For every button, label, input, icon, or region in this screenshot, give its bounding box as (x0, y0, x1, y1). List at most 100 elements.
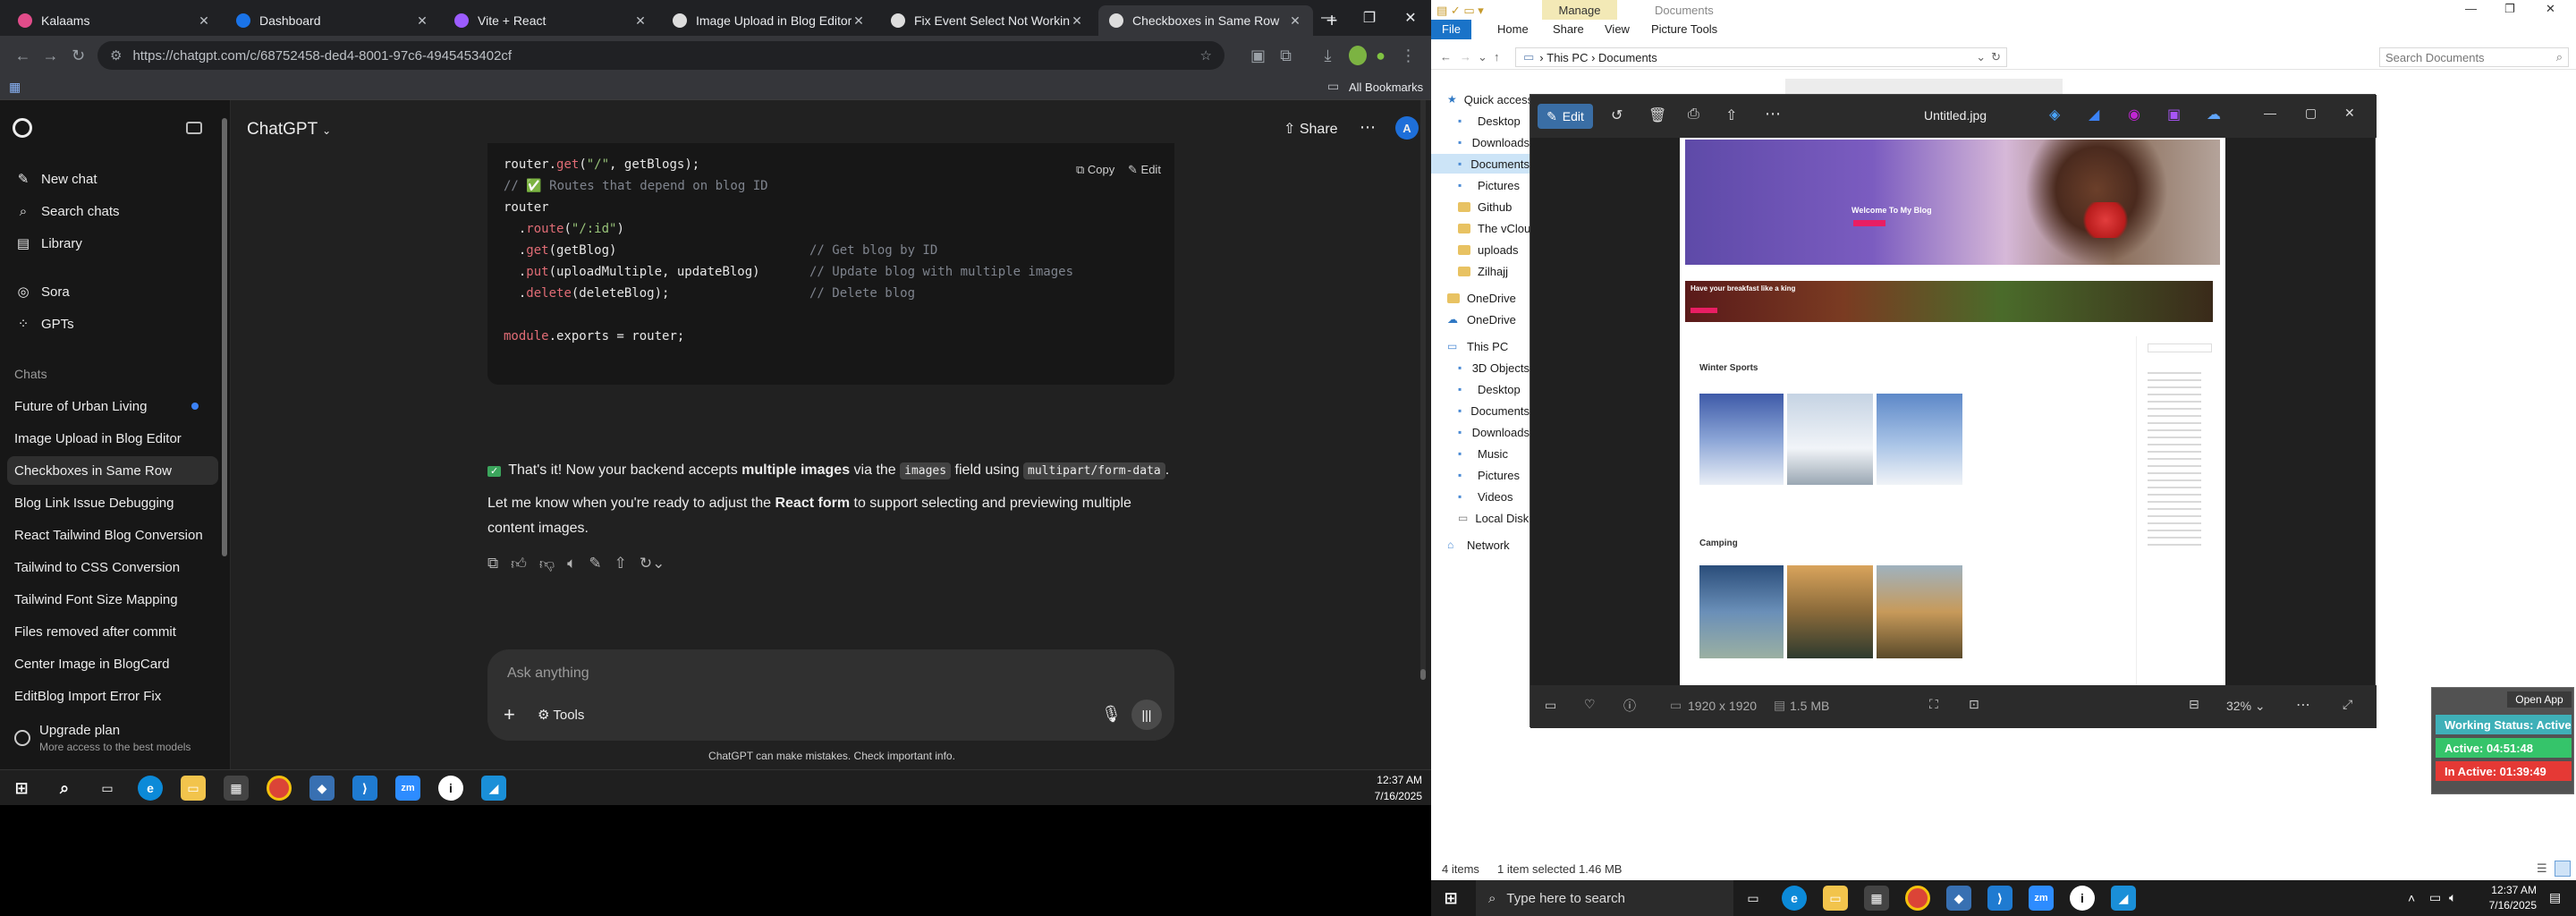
info-icon[interactable]: ⓘ (1623, 697, 1636, 715)
copilot-icon[interactable]: ◈ (2049, 106, 2060, 123)
open-app-button[interactable]: Open App (2507, 691, 2572, 708)
up-icon[interactable]: ↑ (1494, 50, 1500, 64)
large-icons-view-icon[interactable] (2555, 861, 2571, 877)
nav-item[interactable]: ▪ Downloads (1431, 132, 1530, 152)
ribbon-tab[interactable]: View (1594, 20, 1640, 39)
bookmark-star-icon[interactable]: ☆ (1200, 47, 1212, 64)
chat-scrollbar[interactable] (1420, 100, 1426, 673)
file-explorer-icon[interactable]: ▭ (1823, 886, 1848, 911)
windows-start-icon[interactable]: ⊞ (1438, 886, 1463, 911)
tab-close-icon[interactable]: ✕ (1288, 13, 1302, 29)
composer-input[interactable]: Ask anything (507, 666, 589, 682)
nav-item[interactable]: ▭ This PC (1431, 336, 1530, 356)
chat-history-item[interactable]: Tailwind to CSS Conversion (7, 553, 218, 581)
zoom-icon[interactable]: zm (395, 776, 420, 801)
new-chat-button[interactable]: ✎ New chat (7, 165, 218, 193)
nav-item[interactable]: ▪ Downloads (1431, 422, 1530, 442)
search-icon[interactable]: ⌕ (52, 776, 77, 801)
forward-icon[interactable]: → (1460, 50, 1471, 64)
favorite-icon[interactable]: ♡ (1584, 697, 1596, 712)
chat-history-item[interactable]: Files removed after commit (7, 617, 218, 646)
browser-tab[interactable]: Kalaams ✕ (7, 5, 222, 36)
tools-button[interactable]: ⚙ Tools (538, 707, 584, 723)
edge-icon[interactable]: e (138, 776, 163, 801)
search-chats-button[interactable]: ⌕ Search chats (7, 197, 218, 225)
download-icon[interactable]: ⤓ (1314, 40, 1342, 71)
explorer-search[interactable]: Search Documents ⌕ (2379, 47, 2569, 67)
breadcrumb[interactable]: ▭ › This PC › Documents ⌄ ↻ (1515, 47, 2007, 67)
edit-canvas-icon[interactable]: ✎ (589, 555, 601, 573)
fit-window-icon[interactable]: ⊡ (1969, 697, 1979, 712)
nav-item[interactable]: OneDrive (1431, 288, 1530, 308)
sora-button[interactable]: ◎ Sora (7, 277, 218, 306)
nav-item[interactable]: uploads (1431, 240, 1530, 259)
thumbs-down-icon[interactable]: 👎︎ (539, 555, 555, 573)
tab-close-icon[interactable]: ✕ (633, 13, 648, 29)
maximize-icon[interactable]: ❐ (2504, 2, 2515, 16)
store-icon[interactable]: ▦ (224, 776, 249, 801)
vpn-icon[interactable]: ◆ (309, 776, 335, 801)
print-icon[interactable]: ⎙ (1688, 106, 1699, 123)
ribbon-tab[interactable]: Home (1487, 20, 1539, 39)
back-icon[interactable]: ← (1440, 50, 1452, 64)
extensions-puzzle-icon[interactable]: ⧉ (1272, 40, 1300, 71)
refresh-icon[interactable]: ↻ (1991, 50, 2001, 64)
model-selector[interactable]: ChatGPT ⌄ (247, 120, 331, 140)
tray-chevron-icon[interactable]: ˄ (2408, 891, 2415, 905)
nav-item[interactable]: Zilhajj (1431, 261, 1530, 281)
profile-avatar[interactable] (1349, 46, 1368, 65)
ribbon-tab[interactable]: File (1431, 20, 1471, 39)
share-button[interactable]: ⇧ Share (1284, 120, 1338, 138)
manage-tab[interactable]: Manage (1542, 0, 1617, 20)
fit-screen-icon[interactable]: ⊟ (2189, 697, 2199, 712)
vscode-icon[interactable]: ⟩ (1987, 886, 2012, 911)
windows-start-icon[interactable]: ⊞ (9, 776, 34, 801)
reload-icon[interactable]: ↻ (64, 40, 92, 71)
copy-icon[interactable]: ⧉ (487, 555, 498, 573)
chat-history-item[interactable]: Checkboxes in Same Row (7, 456, 218, 485)
task-view-icon[interactable]: ▭ (95, 776, 120, 801)
tab-close-icon[interactable]: ✕ (852, 13, 866, 29)
ribbon-tab[interactable]: Picture Tools (1640, 20, 1728, 39)
actual-size-icon[interactable]: ⛶ (1929, 697, 1938, 712)
voice-mode-button[interactable]: ||| (1131, 700, 1162, 730)
quick-access-toolbar-icon[interactable]: ▤ ✓ ▭ ▾ (1436, 4, 1484, 18)
breadcrumb-dropdown-icon[interactable]: ⌄ (1976, 50, 1986, 64)
edit-button[interactable]: ✎ Edit (1538, 104, 1593, 129)
tracker-app-icon[interactable]: ◢ (481, 776, 506, 801)
zoom-level[interactable]: 32% ⌄ (2226, 699, 2266, 714)
regenerate-icon[interactable]: ↻⌄ (640, 555, 665, 573)
close-icon[interactable]: ✕ (2344, 106, 2355, 121)
details-view-icon[interactable]: ☰ (2537, 861, 2547, 876)
onedrive-icon[interactable]: ☁ (2207, 106, 2221, 123)
browser-tab[interactable]: Checkboxes in Same Row ✕ (1098, 5, 1313, 36)
browser-tab[interactable]: Image Upload in Blog Editor ✕ (662, 5, 877, 36)
zoom-icon[interactable]: zm (2029, 886, 2054, 911)
copy-code-button[interactable]: ⧉ Copy (1076, 163, 1114, 177)
task-view-icon[interactable]: ▭ (1741, 886, 1766, 911)
tracker-app-icon[interactable]: ◢ (2111, 886, 2136, 911)
delete-icon[interactable]: 🗑︎ (1648, 106, 1666, 124)
user-avatar[interactable]: A (1395, 116, 1419, 140)
share-icon[interactable]: ⇧ (1725, 106, 1737, 124)
minimize-icon[interactable]: — (2465, 2, 2477, 15)
close-icon[interactable]: ✕ (2546, 2, 2555, 16)
chat-history-item[interactable]: Future of Urban Living (7, 392, 218, 420)
nav-item[interactable]: ⌂ Network (1431, 535, 1530, 555)
microphone-icon[interactable]: 🎙︎ (1101, 705, 1122, 724)
tab-close-icon[interactable]: ✕ (197, 13, 211, 29)
scrollbar[interactable] (222, 118, 227, 556)
url-bar[interactable]: ⚙ https://chatgpt.com/c/68752458-ded4-80… (97, 41, 1224, 70)
app-icon[interactable]: i (438, 776, 463, 801)
library-button[interactable]: ▤ Library (7, 229, 218, 258)
breadcrumb-documents[interactable]: Documents (1598, 51, 1657, 64)
nav-item[interactable]: ▪ Documents (1431, 401, 1530, 420)
extensions-green-icon[interactable]: ● (1367, 40, 1394, 71)
toggle-sidebar-icon[interactable] (186, 122, 202, 134)
nav-item[interactable]: ▪ Desktop (1431, 379, 1530, 399)
filmstrip-icon[interactable]: ▭ (1545, 698, 1556, 713)
share-icon[interactable]: ⇧ (614, 555, 627, 573)
chat-history-item[interactable]: EditBlog Import Error Fix (7, 682, 218, 710)
network-icon[interactable]: ▭ (2429, 890, 2441, 905)
edit-code-button[interactable]: ✎ Edit (1128, 163, 1161, 177)
